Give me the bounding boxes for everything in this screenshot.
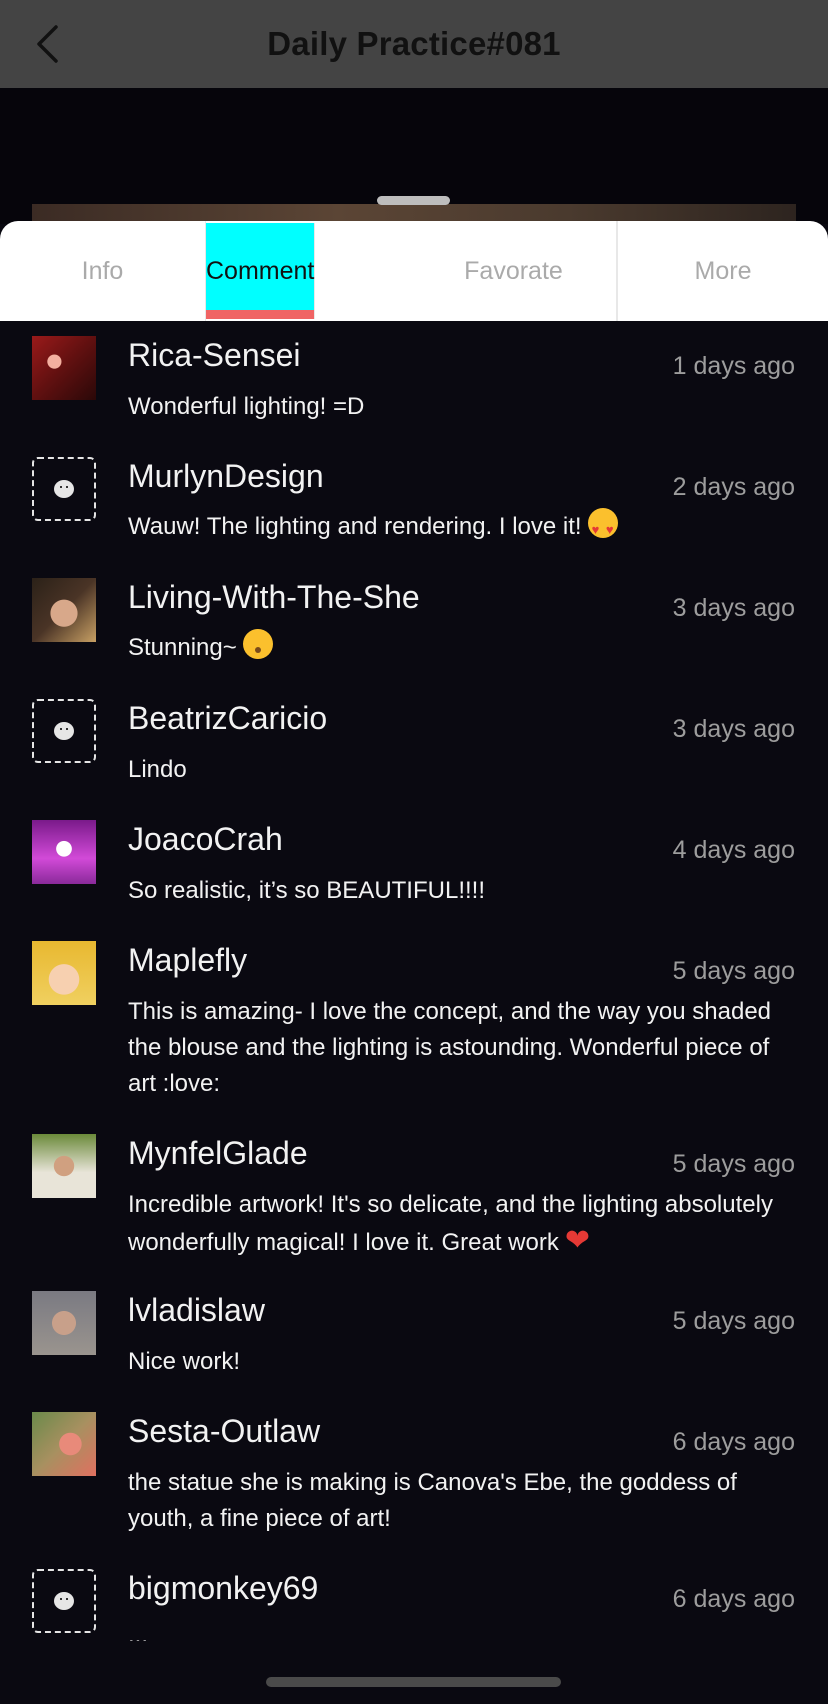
comment-text: the statue she is making is Canova's Ebe… (128, 1469, 737, 1532)
tab-comment[interactable]: Comment (206, 223, 316, 319)
comment-time: 5 days ago (672, 1150, 795, 1178)
comment-text: Wauw! The lighting and rendering. I love… (128, 513, 582, 540)
face-icon (54, 480, 74, 498)
comment-body: Stunning~ (128, 629, 800, 666)
user-avatar[interactable] (32, 1134, 96, 1198)
comment-username[interactable]: BeatrizCaricio (128, 700, 327, 737)
comment-username[interactable]: Sesta-Outlaw (128, 1413, 320, 1450)
face-icon (54, 722, 74, 740)
back-button[interactable] (22, 18, 72, 70)
user-avatar[interactable] (32, 578, 96, 642)
default-avatar[interactable] (32, 1569, 96, 1633)
comment-body: Incredible artwork! It's so delicate, an… (128, 1187, 800, 1261)
user-avatar[interactable] (32, 1291, 96, 1355)
app-root: Daily Practice#081 Info Comment Favorate… (0, 0, 828, 1704)
red-heart-emoji: ❤ (564, 1224, 590, 1257)
comment-time: 3 days ago (672, 715, 795, 743)
comment-text: So realistic, it’s so BEAUTIFUL!!!! (128, 877, 485, 904)
comment-username[interactable]: MurlynDesign (128, 458, 324, 495)
default-avatar[interactable] (32, 457, 96, 521)
comment-username[interactable]: bigmonkey69 (128, 1570, 318, 1607)
comment-username[interactable]: lvladislaw (128, 1292, 265, 1329)
comment-text: Nice work! (128, 1348, 241, 1375)
comment-text: This is amazing- I love the concept, and… (128, 998, 772, 1097)
comment-text: Stunning~ (128, 634, 237, 661)
comment-list[interactable]: Rica-Sensei 1 days ago Wonderful lightin… (0, 321, 828, 1641)
comment-username[interactable]: Living-With-The-She (128, 579, 420, 616)
chevron-left-icon (37, 25, 58, 63)
comment-time: 6 days ago (672, 1585, 795, 1613)
comment-time: 3 days ago (672, 594, 795, 622)
comment-body: Wauw! The lighting and rendering. I love… (128, 508, 800, 548)
comment-time: 5 days ago (672, 1307, 795, 1335)
comment-text: Lindo (128, 756, 187, 783)
hushed-face-emoji (242, 629, 273, 659)
tab-more[interactable]: More (617, 221, 828, 321)
user-avatar[interactable] (32, 941, 96, 1005)
comment-time: 5 days ago (672, 957, 795, 985)
tab-info[interactable]: Info (0, 221, 206, 321)
home-indicator[interactable] (266, 1677, 561, 1687)
tab-bar: Info Comment Favorate More (0, 221, 828, 321)
comment-username[interactable]: Maplefly (128, 942, 247, 979)
face-icon (54, 1592, 74, 1610)
user-avatar[interactable] (32, 336, 96, 400)
top-bar: Daily Practice#081 (0, 0, 828, 88)
page-title: Daily Practice#081 (267, 25, 561, 62)
user-avatar[interactable] (32, 1412, 96, 1476)
comment-text: Incredible artwork! It's so delicate, an… (128, 1191, 773, 1256)
sheet-drag-handle[interactable] (377, 196, 450, 205)
heart-eyes-emoji (587, 508, 618, 548)
comment-time: 1 days ago (672, 352, 795, 380)
comment-time: 6 days ago (672, 1428, 795, 1456)
comment-text: ... (128, 1622, 149, 1641)
default-avatar[interactable] (32, 699, 96, 763)
user-avatar[interactable] (32, 820, 96, 884)
comment-time: 2 days ago (672, 473, 795, 501)
tab-favorate[interactable]: Favorate (411, 221, 617, 321)
comment-username[interactable]: JoacoCrah (128, 821, 283, 858)
comment-username[interactable]: MynfelGlade (128, 1135, 308, 1172)
comment-text: Wonderful lighting! =D (128, 393, 365, 420)
comment-username[interactable]: Rica-Sensei (128, 337, 301, 374)
comment-time: 4 days ago (672, 836, 795, 864)
